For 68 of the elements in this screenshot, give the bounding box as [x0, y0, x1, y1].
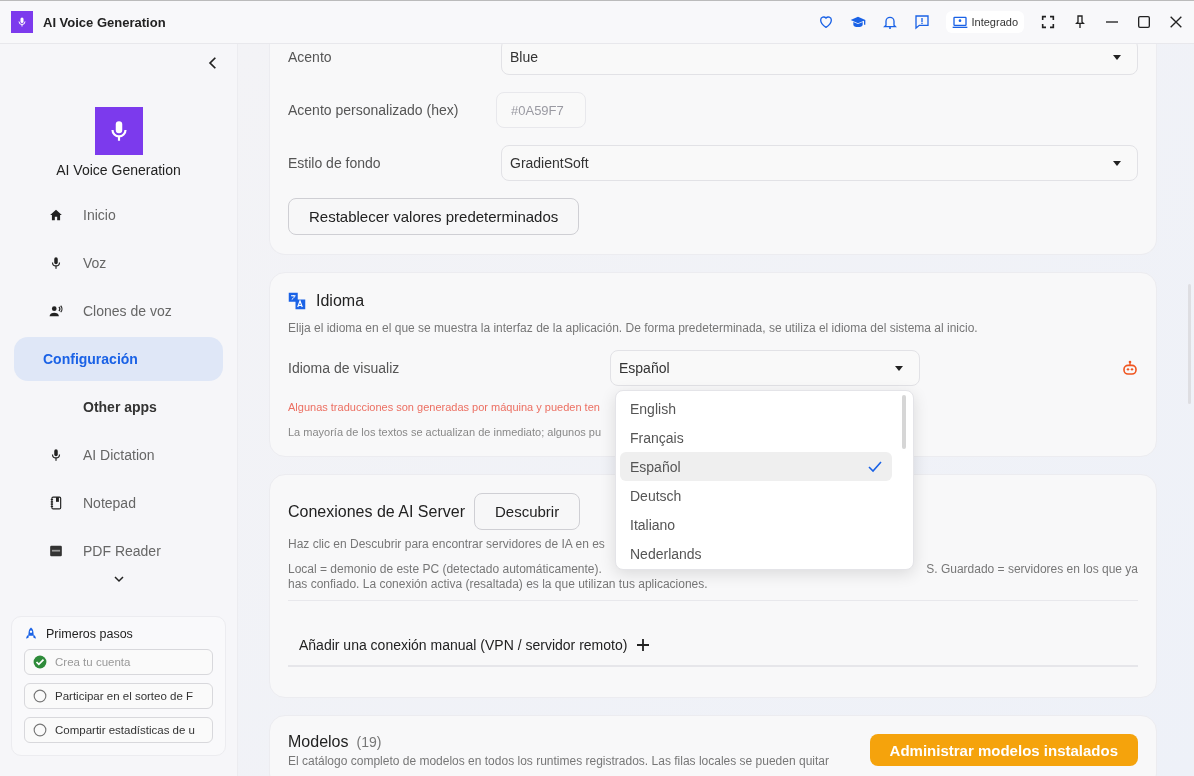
caret-icon: [1113, 54, 1121, 60]
description: Elija el idioma en el que se muestra la interfaz de la aplicación. De forma predeterminada, se utiliza el idioma del sistema al inicio.: [288, 321, 978, 336]
nav-item[interactable]: Configuración: [14, 337, 223, 381]
translate-icon: [288, 292, 306, 310]
reset-button[interactable]: Restablecer valores predeterminados: [288, 198, 580, 235]
nav-item[interactable]: Inicio: [14, 193, 223, 237]
microphone-icon: [49, 448, 63, 462]
caret-icon: [895, 365, 903, 371]
field-label: Acento: [288, 49, 333, 65]
menu-option[interactable]: English: [620, 394, 892, 423]
card-title: Conexiones de AI Server: [288, 502, 465, 521]
app-link[interactable]: AI Dictation: [14, 433, 223, 477]
card-title: Modelos: [288, 732, 349, 752]
card-title: Idioma: [316, 291, 365, 311]
rocket-icon: [24, 627, 38, 641]
graduation-cap-icon[interactable]: [849, 14, 866, 30]
document-icon: [49, 544, 63, 558]
chevron-down-icon[interactable]: [112, 573, 125, 585]
step-item[interactable]: Participar en el sorteo de F: [24, 683, 213, 709]
caret-icon: [1113, 160, 1121, 166]
menu-option[interactable]: Italiano: [620, 510, 892, 539]
menu-option[interactable]: Español: [620, 452, 892, 481]
feedback-icon[interactable]: [913, 14, 930, 30]
close-icon[interactable]: [1168, 14, 1184, 30]
description: Local = demonio de este PC (detectado automáticamente).: [288, 562, 602, 577]
menu-option[interactable]: Français: [620, 423, 892, 452]
bell-icon[interactable]: [881, 14, 898, 30]
maximize-icon[interactable]: [1136, 14, 1152, 30]
nav-item[interactable]: Clones de voz: [14, 289, 223, 333]
notebook-icon: [49, 496, 63, 510]
field-label: Estilo de fondo: [288, 155, 382, 171]
field-label: Acento personalizado (hex): [288, 102, 460, 118]
check-icon: [868, 460, 882, 473]
warning-note: Algunas traducciones son generadas por máquina y pueden ten: [288, 400, 600, 414]
app-name: AI Voice Generation: [56, 162, 181, 178]
window-title: AI Voice Generation: [43, 14, 166, 30]
description: has confiado. La conexión activa (resaltada) es la que utilizan tus aplicaciones.: [288, 577, 708, 592]
description: Haz clic en Descubrir para encontrar servidores de IA en es: [288, 537, 605, 552]
info-note: La mayoría de los textos se actualizan de inmediato; algunos pu: [288, 425, 602, 439]
description: S. Guardado = servidores en los que ya: [926, 562, 1138, 577]
fullscreen-icon[interactable]: [1040, 14, 1056, 30]
dropdown[interactable]: Blue: [501, 44, 1138, 75]
app-link[interactable]: PDF Reader: [14, 529, 223, 573]
dropdown[interactable]: GradientSoft: [501, 145, 1138, 181]
step-item[interactable]: Compartir estadísticas de u: [24, 717, 213, 743]
home-icon: [49, 208, 63, 222]
discover-button[interactable]: Descubrir: [474, 493, 581, 530]
nav-item[interactable]: Voz: [14, 241, 223, 285]
microphone-icon: [16, 16, 28, 28]
menu-option[interactable]: Nederlands: [620, 539, 892, 568]
microphone-icon: [49, 256, 63, 270]
scrollbar[interactable]: [902, 395, 906, 449]
robot-icon[interactable]: [1122, 360, 1138, 376]
plus-icon: [637, 639, 650, 651]
menu-option[interactable]: Deutsch: [620, 481, 892, 510]
input-field[interactable]: #0A59F7: [496, 92, 586, 128]
card-title: Primeros pasos: [46, 627, 133, 641]
speaking-person-icon: [49, 304, 63, 318]
field-label: Idioma de visualiz: [288, 360, 401, 376]
description: El catálogo completo de modelos en todos los runtimes registrados. Las filas locales se pueden quitar: [288, 754, 829, 769]
heart-icon[interactable]: [817, 14, 834, 30]
mode-badge[interactable]: Integrado: [945, 11, 1024, 33]
section-heading: Other apps: [82, 398, 158, 417]
app-link[interactable]: Notepad: [14, 481, 223, 525]
add-connection-row[interactable]: Añadir una conexión manual (VPN / servidor remoto): [288, 625, 1138, 667]
language-select[interactable]: Español: [610, 350, 920, 386]
monitor-icon: [951, 14, 968, 30]
count-label: (19): [356, 734, 382, 750]
